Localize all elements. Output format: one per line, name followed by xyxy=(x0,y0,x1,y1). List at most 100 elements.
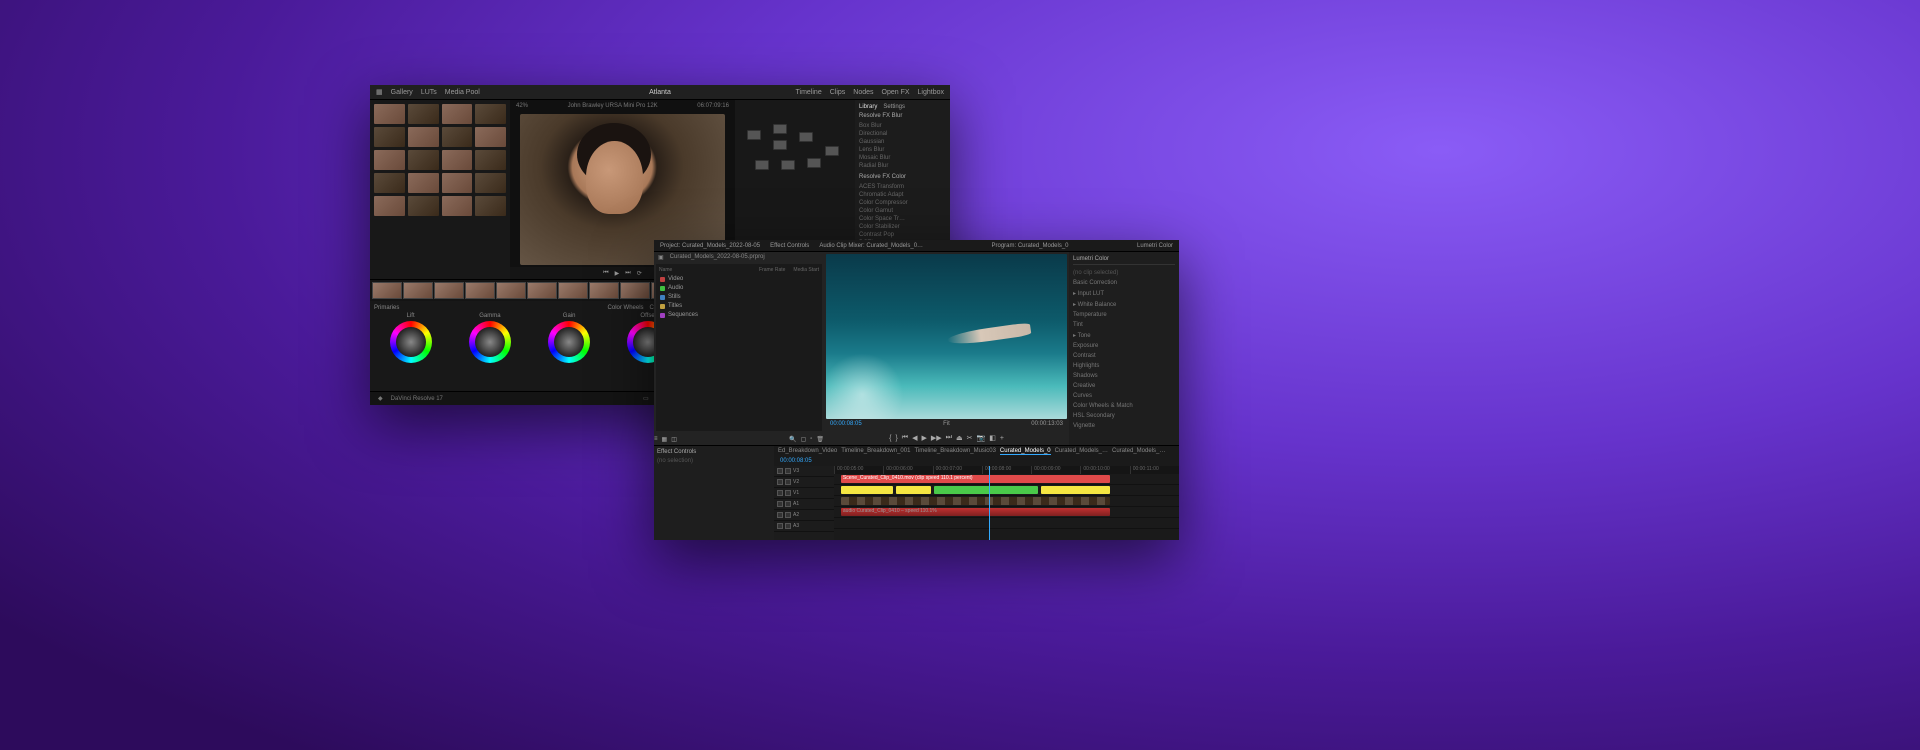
mark-out-icon[interactable]: } xyxy=(895,435,897,442)
gallery-thumb[interactable] xyxy=(408,150,439,170)
tab-lightbox[interactable]: Lightbox xyxy=(918,89,944,96)
toggle-icon[interactable] xyxy=(785,512,791,518)
fx-item[interactable]: Color Stabilizer xyxy=(859,223,946,231)
gallery-thumb[interactable] xyxy=(374,127,405,147)
timeline-clip[interactable]: Scene_Curated_Clip_0410.mov (clip speed … xyxy=(841,475,1110,483)
fx-item[interactable]: Color Space Tr… xyxy=(859,215,946,223)
comparison-icon[interactable]: ◧ xyxy=(989,434,996,442)
time-ruler[interactable]: 00:00:05:00 00:00:06:00 00:00:07:00 00:0… xyxy=(834,466,1179,474)
lumetri-section[interactable]: Curves xyxy=(1073,391,1175,401)
lumetri-section[interactable]: Color Wheels & Match xyxy=(1073,401,1175,411)
mark-in-icon[interactable]: { xyxy=(889,435,891,442)
gallery-thumb[interactable] xyxy=(374,150,405,170)
playhead[interactable] xyxy=(989,466,990,540)
tab-luts[interactable]: LUTs xyxy=(421,89,437,96)
lumetri-section[interactable]: HSL Secondary xyxy=(1073,411,1175,421)
gallery-thumb[interactable] xyxy=(442,104,473,124)
step-fwd-icon[interactable]: ▶▶ xyxy=(931,434,942,442)
lumetri-slider[interactable]: Highlights xyxy=(1073,361,1175,371)
track-header-a2[interactable]: A2 xyxy=(774,510,834,521)
gallery-thumb[interactable] xyxy=(442,150,473,170)
fx-tab-settings[interactable]: Settings xyxy=(883,104,905,110)
track-header-v2[interactable]: V2 xyxy=(774,477,834,488)
timeline-clip[interactable] xyxy=(589,282,619,299)
panel-tab-program[interactable]: Program: Curated_Models_0 xyxy=(991,243,1068,249)
bin-item[interactable]: Stills xyxy=(659,293,819,301)
timeline-clip[interactable] xyxy=(372,282,402,299)
tab-gallery[interactable]: Gallery xyxy=(391,89,413,96)
fx-item[interactable]: Box Blur xyxy=(859,122,946,130)
gallery-thumb[interactable] xyxy=(442,173,473,193)
viewer-fit[interactable]: 42% xyxy=(516,103,528,109)
fx-tab-library[interactable]: Library xyxy=(859,104,877,110)
media-page-icon[interactable]: ▭ xyxy=(643,395,649,402)
node[interactable] xyxy=(755,160,769,170)
node[interactable] xyxy=(781,160,795,170)
gallery-thumb[interactable] xyxy=(408,127,439,147)
timeline-audio-clip[interactable]: audio Curated_Clip_0410 – speed 110.1% xyxy=(841,508,1110,516)
gallery-thumb[interactable] xyxy=(374,196,405,216)
video-track-v2[interactable] xyxy=(834,485,1179,496)
tab-clips[interactable]: Clips xyxy=(830,89,846,96)
node[interactable] xyxy=(773,140,787,150)
lumetri-slider[interactable]: Tint xyxy=(1073,320,1175,330)
fx-item[interactable]: Contrast Pop xyxy=(859,231,946,239)
sequence-tab[interactable]: Timeline_Breakdown_Music03 xyxy=(914,448,995,454)
node[interactable] xyxy=(747,130,761,140)
node[interactable] xyxy=(799,132,813,142)
timeline-clip[interactable] xyxy=(841,497,1110,505)
timeline-clip[interactable] xyxy=(841,486,893,494)
program-tc-current[interactable]: 00:00:08:05 xyxy=(830,421,862,431)
track-header-a1[interactable]: A1 xyxy=(774,499,834,510)
toggle-icon[interactable] xyxy=(785,468,791,474)
sequence-tab[interactable]: Curated_Models_… xyxy=(1055,448,1108,454)
gallery-thumb[interactable] xyxy=(475,173,506,193)
trash-icon[interactable]: 🗑 xyxy=(816,436,824,443)
toggle-icon[interactable] xyxy=(777,479,783,485)
freeform-icon[interactable]: ◫ xyxy=(671,436,677,443)
goto-in-icon[interactable]: ⏮ xyxy=(902,434,908,442)
primaries-tab-wheels[interactable]: Color Wheels xyxy=(608,305,644,311)
video-track-v3[interactable]: Scene_Curated_Clip_0410.mov (clip speed … xyxy=(834,474,1179,485)
video-track-v1[interactable] xyxy=(834,496,1179,507)
panel-tab-lumetri[interactable]: Lumetri Color xyxy=(1137,243,1173,249)
toggle-icon[interactable] xyxy=(785,501,791,507)
node[interactable] xyxy=(807,158,821,168)
toggle-icon[interactable] xyxy=(785,490,791,496)
panel-tab-audio[interactable]: Audio Clip Mixer: Curated_Models_0… xyxy=(819,243,923,249)
gallery-thumb[interactable] xyxy=(442,196,473,216)
gallery-thumb[interactable] xyxy=(475,127,506,147)
next-clip-icon[interactable]: ⏭ xyxy=(625,270,630,277)
timeline-clip[interactable] xyxy=(896,486,931,494)
timeline-tracks[interactable]: 00:00:05:00 00:00:06:00 00:00:07:00 00:0… xyxy=(834,466,1179,540)
fx-item[interactable]: Directional xyxy=(859,130,946,138)
gallery-thumb[interactable] xyxy=(408,173,439,193)
goto-out-icon[interactable]: ⏭ xyxy=(946,434,952,442)
settings-icon[interactable]: + xyxy=(1000,435,1004,442)
panel-tab-project[interactable]: Project: Curated_Models_2022-08-05 xyxy=(660,243,760,249)
track-header-v3[interactable]: V3 xyxy=(774,466,834,477)
gallery-thumb[interactable] xyxy=(475,150,506,170)
lumetri-slider[interactable]: Temperature xyxy=(1073,310,1175,320)
lumetri-section[interactable]: Basic Correction xyxy=(1073,278,1175,288)
tab-media-pool[interactable]: Media Pool xyxy=(445,89,480,96)
gallery-thumb[interactable] xyxy=(374,173,405,193)
sequence-tab[interactable]: Curated_Models_0 xyxy=(1000,448,1051,455)
fx-item[interactable]: Lens Blur xyxy=(859,146,946,154)
bin-item[interactable]: Audio xyxy=(659,284,819,292)
gallery-thumb[interactable] xyxy=(475,196,506,216)
lumetri-row[interactable]: ▸ Tone xyxy=(1073,330,1175,341)
timeline-clip[interactable] xyxy=(934,486,1038,494)
tab-timeline[interactable]: Timeline xyxy=(796,89,822,96)
sequence-tab[interactable]: Ed_Breakdown_Video xyxy=(778,448,837,454)
prev-clip-icon[interactable]: ⏮ xyxy=(603,270,608,277)
panel-tab-fx[interactable]: Effect Controls xyxy=(770,243,809,249)
toggle-icon[interactable] xyxy=(777,523,783,529)
fx-item[interactable]: Mosaic Blur xyxy=(859,154,946,162)
track-header-v1[interactable]: V1 xyxy=(774,488,834,499)
timeline-clip[interactable] xyxy=(1041,486,1110,494)
lumetri-slider[interactable]: Shadows xyxy=(1073,371,1175,381)
gain-color-wheel[interactable] xyxy=(548,321,590,363)
fx-item[interactable]: Gaussian xyxy=(859,138,946,146)
lift-icon[interactable]: ⏏ xyxy=(956,434,963,442)
